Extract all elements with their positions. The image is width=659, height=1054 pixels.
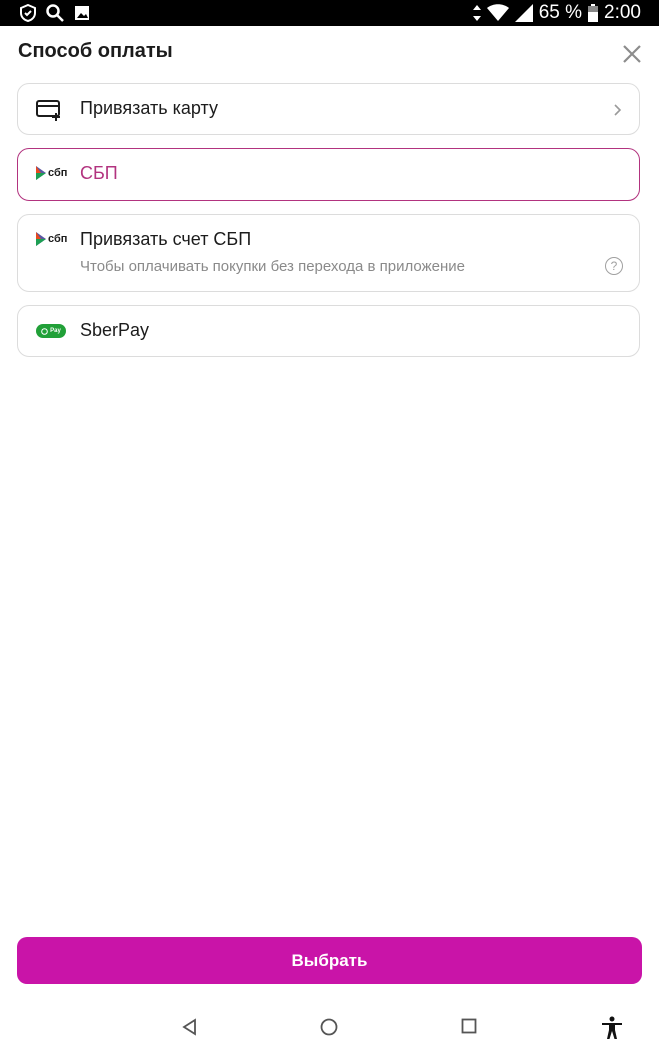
option-label: СБП xyxy=(80,163,118,183)
option-add-card[interactable]: Привязать карту xyxy=(17,83,640,135)
battery-percent: 65 % xyxy=(538,2,583,23)
shield-icon xyxy=(20,4,36,22)
status-bar: 65 % 2:00 xyxy=(0,0,659,26)
signal-icon xyxy=(514,4,533,22)
sbp-logo-icon: сбп xyxy=(36,232,67,246)
accessibility-icon[interactable] xyxy=(601,1016,623,1040)
clock: 2:00 xyxy=(604,2,641,23)
add-card-icon xyxy=(36,100,60,121)
data-arrows-icon xyxy=(472,5,481,21)
close-icon[interactable] xyxy=(620,42,644,66)
search-icon xyxy=(46,4,64,22)
battery-icon xyxy=(588,4,599,22)
help-icon[interactable]: ? xyxy=(605,257,623,275)
image-icon xyxy=(75,6,89,20)
option-label: SberPay xyxy=(80,320,150,340)
sberpay-logo-icon: Pay xyxy=(36,324,66,338)
chevron-right-icon xyxy=(614,104,622,116)
recents-icon[interactable] xyxy=(461,1018,477,1034)
back-icon[interactable] xyxy=(181,1018,197,1036)
option-sberpay[interactable]: Pay SberPay xyxy=(17,305,640,357)
option-label: Привязать карту xyxy=(80,98,218,118)
option-link-sbp-account[interactable]: сбп Привязать счет СБП Чтобы оплачивать … xyxy=(17,214,640,292)
option-sbp[interactable]: сбп СБП xyxy=(17,148,640,201)
option-sublabel: Чтобы оплачивать покупки без перехода в … xyxy=(80,258,465,275)
wifi-icon xyxy=(486,4,509,21)
home-icon[interactable] xyxy=(320,1018,338,1036)
option-label: Привязать счет СБП xyxy=(80,229,252,249)
navigation-bar xyxy=(0,1004,659,1054)
sbp-logo-icon: сбп xyxy=(36,166,67,180)
select-button[interactable]: Выбрать xyxy=(17,937,642,984)
sheet-title: Способ оплаты xyxy=(18,40,173,62)
